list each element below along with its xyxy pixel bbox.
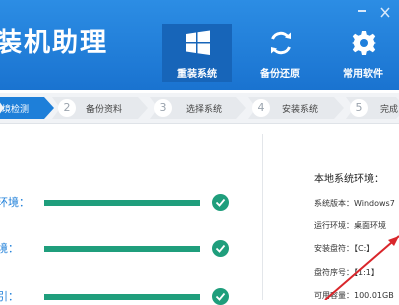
panel-divider [262, 134, 263, 300]
check-progress-bar [44, 294, 200, 300]
step-backup-label: 备份资料 [86, 105, 123, 115]
step-install: 4 安装系统 [248, 97, 344, 119]
check-progress-bar [44, 246, 200, 252]
step-number: 2 [58, 99, 76, 117]
nav-reinstall-label: 重装系统 [177, 69, 217, 80]
env-key: 安装盘符： [314, 244, 354, 253]
nav-tools[interactable]: 常用软件 [328, 24, 398, 80]
app-header: 装机助理 重装系统 备份还原 常用软件 [0, 0, 399, 90]
env-value: 【C:】 [354, 244, 375, 253]
check-label: 索引： [0, 290, 19, 303]
minimize-button[interactable] [355, 3, 369, 14]
env-row-capacity: 可用容量：100.01GB [314, 290, 394, 301]
windows-icon [186, 30, 210, 55]
env-key: 盘符序号： [314, 268, 354, 277]
nav-backup[interactable]: 备份还原 [245, 24, 315, 80]
nav-reinstall[interactable]: 重装系统 [162, 24, 232, 82]
env-row-drive: 安装盘符：【C:】 [314, 243, 374, 254]
check-ok-icon [212, 240, 229, 257]
env-row-runtime: 运行环境：桌面环境 [314, 220, 386, 231]
step-finish: 5 完成 [346, 97, 399, 119]
gear-icon [352, 31, 376, 55]
env-key: 运行环境： [314, 221, 354, 230]
env-key: 可用容量： [314, 291, 354, 300]
env-value: 【1:1】 [354, 268, 379, 277]
step-backup: 2 备份资料 [52, 97, 148, 119]
step-env-check: 境检测 [0, 97, 54, 119]
check-ok-icon [212, 288, 229, 305]
close-icon [380, 7, 390, 18]
check-progress-bar [44, 200, 200, 206]
step-finish-label: 完成 [380, 105, 399, 115]
check-ok-icon [212, 194, 229, 211]
progress-steps: 境检测 2 备份资料 3 选择系统 4 安装系统 5 完成 [0, 93, 399, 124]
nav-tools-label: 常用软件 [343, 69, 383, 80]
env-value: Windows7 [354, 199, 395, 208]
env-row-os: 系统版本：Windows7 [314, 198, 395, 209]
app-title: 装机助理 [0, 28, 109, 58]
close-button[interactable] [378, 3, 392, 18]
step-number: 5 [350, 99, 368, 117]
step-number: 4 [252, 99, 270, 117]
check-label: 环境： [0, 242, 19, 255]
check-label: 行环境： [0, 196, 30, 209]
env-key: 系统版本： [314, 199, 354, 208]
step-select-system-label: 选择系统 [186, 105, 223, 115]
step-number: 3 [154, 99, 172, 117]
step-select-system: 3 选择系统 [150, 97, 246, 119]
step-install-label: 安装系统 [282, 105, 319, 115]
env-value: 100.01GB [354, 291, 394, 300]
env-row-drive-index: 盘符序号：【1:1】 [314, 267, 379, 278]
env-title: 本地系统环境： [314, 174, 384, 185]
nav-backup-label: 备份还原 [260, 69, 300, 80]
env-value: 桌面环境 [354, 221, 386, 230]
refresh-icon [271, 31, 291, 55]
step-env-check-label: 境检测 [2, 105, 30, 115]
